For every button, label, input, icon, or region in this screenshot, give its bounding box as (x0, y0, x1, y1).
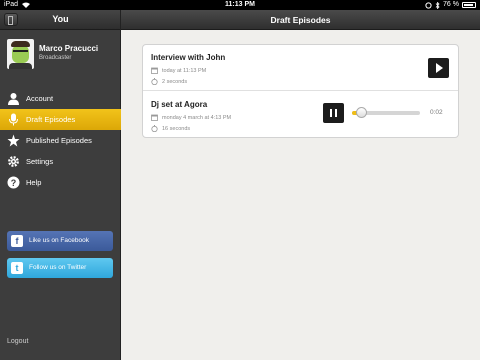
sidebar-item-draft-episodes[interactable]: Draft Episodes (0, 109, 121, 130)
episodes-list: Interview with John today at 11:13 PM 2 … (142, 44, 459, 138)
status-bar: iPad 11:13 PM 76 % (0, 0, 480, 10)
profile-role: Broadcaster (39, 55, 72, 61)
playback-slider[interactable] (352, 107, 420, 118)
twitter-button[interactable]: t Follow us on Twitter (7, 258, 113, 278)
twitter-icon: t (11, 262, 23, 274)
svg-text:?: ? (11, 178, 17, 188)
stopwatch-icon (151, 125, 158, 132)
avatar (7, 39, 34, 69)
rotation-lock-icon (425, 1, 432, 9)
clock-label: 11:13 PM (225, 1, 255, 8)
sidebar-item-account[interactable]: Account (0, 88, 121, 109)
sidebar-item-settings[interactable]: Settings (0, 151, 121, 172)
person-icon (8, 93, 19, 105)
profile-name: Marco Pracucci (39, 44, 99, 53)
bluetooth-icon (435, 1, 440, 9)
help-icon: ? (7, 176, 20, 189)
sidebar-header: You (0, 10, 120, 30)
episode-duration-text: 2 seconds (162, 79, 188, 85)
sidebar-item-label: Settings (26, 157, 54, 166)
sidebar-item-published-episodes[interactable]: Published Episodes (0, 130, 121, 151)
star-icon (7, 134, 20, 147)
episode-date-text: today at 11:13 PM (162, 68, 207, 74)
episode-elapsed: 0:02 (430, 109, 443, 116)
episode-duration: 2 seconds (151, 78, 188, 85)
calendar-icon (151, 114, 158, 121)
sidebar-item-label: Draft Episodes (26, 115, 76, 124)
microphone-icon (9, 113, 18, 126)
status-right: 76 % (425, 0, 476, 10)
profile[interactable]: Marco Pracucci Broadcaster (0, 30, 120, 78)
episode-title: Interview with John (151, 53, 226, 62)
sidebar-title: You (52, 14, 69, 24)
sidebar: You Marco Pracucci Broadcaster Account D (0, 10, 121, 360)
sidebar-item-label: Help (26, 178, 42, 187)
list-item[interactable]: Interview with John today at 11:13 PM 2 … (143, 45, 458, 91)
sidebar-nav: Account Draft Episodes Published Episode… (0, 88, 121, 193)
stopwatch-icon (151, 78, 158, 85)
facebook-icon: f (11, 235, 23, 247)
episode-date-text: monday 4 march at 4:13 PM (162, 115, 232, 121)
logout-button[interactable]: Logout (7, 338, 28, 345)
main-panel: Draft Episodes Interview with John today… (121, 10, 480, 360)
sidebar-item-label: Published Episodes (26, 136, 92, 145)
page-title: Draft Episodes (121, 10, 480, 30)
pause-button[interactable] (323, 103, 344, 123)
calendar-icon (151, 67, 158, 74)
gear-icon (8, 156, 19, 167)
episode-date: today at 11:13 PM (151, 67, 207, 74)
episode-title: Dj set at Agora (151, 100, 208, 109)
playback-slider-thumb[interactable] (355, 107, 367, 118)
twitter-label: Follow us on Twitter (29, 264, 87, 271)
list-item[interactable]: Dj set at Agora monday 4 march at 4:13 P… (143, 92, 458, 138)
play-button[interactable] (428, 58, 449, 78)
battery-percent: 76 % (443, 1, 459, 8)
episode-duration-text: 16 seconds (162, 126, 191, 132)
battery-icon (462, 2, 476, 8)
facebook-button[interactable]: f Like us on Facebook (7, 231, 113, 251)
sidebar-item-label: Account (26, 94, 54, 103)
episode-date: monday 4 march at 4:13 PM (151, 114, 232, 121)
sidebar-item-help[interactable]: ? Help (0, 172, 121, 193)
episode-duration: 16 seconds (151, 125, 191, 132)
facebook-label: Like us on Facebook (29, 237, 89, 244)
